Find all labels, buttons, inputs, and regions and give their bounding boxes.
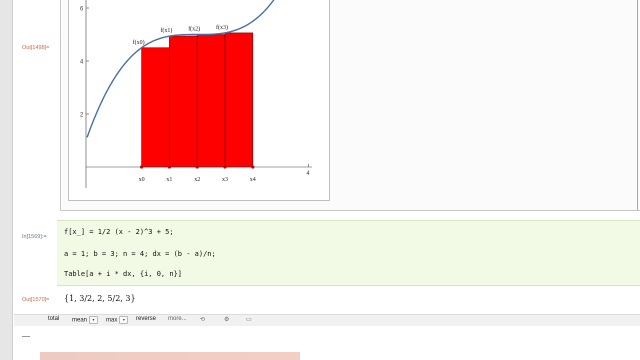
f-value-label: f(x3)	[216, 24, 228, 31]
partition-point	[140, 165, 144, 169]
comment-icon[interactable]: ▭	[246, 316, 252, 323]
mean-label: mean	[72, 317, 88, 324]
x-partition-label: x1	[166, 177, 172, 183]
y-tick-label: 6	[80, 7, 84, 13]
max-label: max	[106, 317, 118, 324]
section-dash	[22, 336, 30, 337]
f-value-label: f(x1)	[160, 27, 172, 34]
out-graph-label: Out[1498]=	[22, 45, 50, 51]
settings-icon[interactable]: ⚙	[224, 316, 229, 323]
partition-point	[167, 165, 171, 169]
max-button[interactable]: max ▾	[106, 316, 129, 324]
code-line-3-text: Table[a + i * dx, {i, 0, n}]	[64, 270, 183, 278]
f-value-label: f(x2)	[188, 26, 200, 33]
riemann-graph: 2 4 6 4 f(x0) f(x1) f(x2) f(x3) x0 x1 x2 x3 x4	[80, 0, 312, 188]
undo-icon[interactable]: ⟲	[200, 316, 205, 323]
f-value-label: f(x0)	[133, 39, 145, 46]
max-dropdown-icon[interactable]: ▾	[119, 316, 129, 324]
more-button[interactable]: more...	[168, 316, 187, 322]
riemann-rectangle	[224, 32, 254, 168]
code-line-1[interactable]: f[x_] = 1/2 (x - 2)^3 + 5;	[64, 227, 174, 238]
partition-point	[223, 165, 227, 169]
partition-point	[251, 165, 255, 169]
x-partition-label: x3	[222, 177, 228, 183]
output-list: {1, 3/2, 2, 5/2, 3}	[64, 294, 136, 303]
mean-button[interactable]: mean ▾	[72, 316, 99, 324]
riemann-rectangle	[169, 35, 198, 168]
total-button[interactable]: total	[48, 316, 59, 322]
x-tick-label-4: 4	[306, 171, 310, 177]
mean-dropdown-icon[interactable]: ▾	[89, 316, 99, 324]
code-line-2-text: a = 1; b = 3; n = 4; dx = (b - a)/n;	[64, 250, 216, 258]
riemann-rectangle	[141, 47, 170, 168]
code-line-1-text: f[x_] = 1/2 (x - 2)^3 + 5;	[64, 228, 174, 236]
reverse-button[interactable]: reverse	[136, 316, 156, 322]
window-left-edge	[0, 0, 13, 360]
next-heading-partial	[40, 352, 300, 360]
code-line-3[interactable]: Table[a + i * dx, {i, 0, n}]	[64, 269, 182, 280]
y-tick-label: 4	[80, 60, 84, 66]
y-tick-label: 2	[80, 113, 84, 119]
code-line-2[interactable]: a = 1; b = 3; n = 4; dx = (b - a)/n;	[64, 249, 216, 260]
cell-bracket-graph[interactable]	[634, 0, 638, 210]
riemann-rectangle	[196, 34, 226, 168]
x-partition-label: x0	[139, 177, 145, 183]
in-label: In[1569]:=	[22, 234, 47, 240]
x-partition-label: x4	[250, 177, 256, 183]
partition-point	[195, 165, 199, 169]
out-list-label: Out[1570]=	[22, 297, 50, 303]
x-partition-label: x2	[194, 177, 200, 183]
